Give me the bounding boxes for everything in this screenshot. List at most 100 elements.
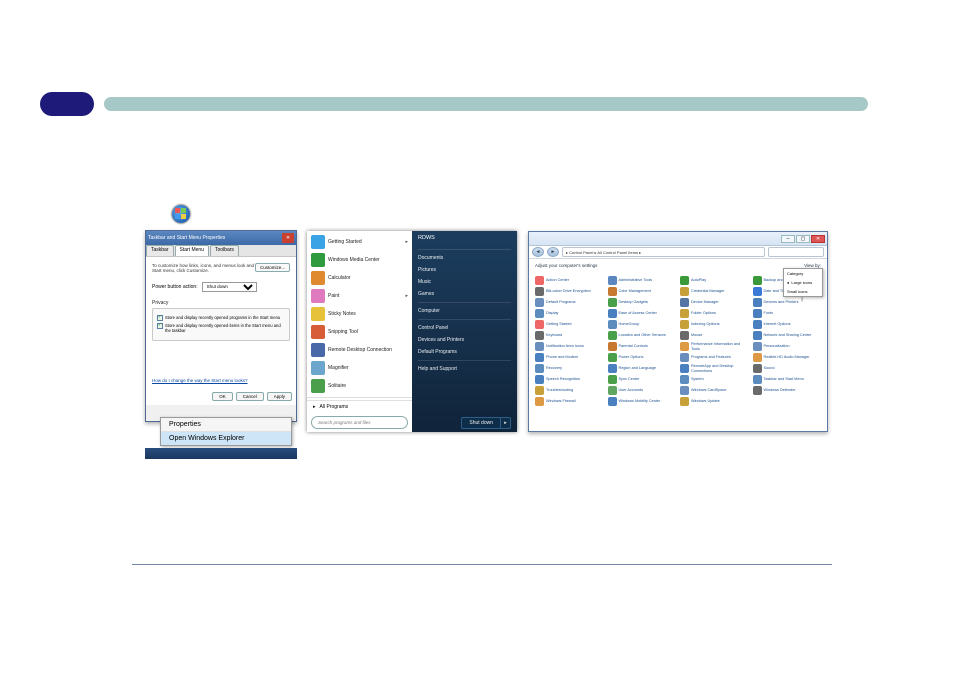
control-panel-item[interactable]: Device Manager [680, 298, 749, 307]
control-panel-item[interactable]: Location and Other Sensors [608, 331, 677, 340]
tab-toolbars[interactable]: Toolbars [210, 245, 239, 256]
start-menu-right-item[interactable]: Documents [412, 252, 517, 264]
close-icon[interactable]: ✕ [811, 235, 825, 243]
shutdown-options-icon[interactable]: ▸ [501, 417, 511, 429]
control-panel-item[interactable]: Indexing Options [680, 320, 749, 329]
control-panel-item[interactable]: HomeGroup [608, 320, 677, 329]
back-icon[interactable]: ◄ [532, 247, 544, 257]
control-panel-item[interactable]: Programs and Features [680, 353, 749, 362]
checkbox-icon[interactable]: ✓ [157, 323, 163, 329]
start-menu-program[interactable]: Getting Started▸ [307, 233, 412, 251]
checkbox-icon[interactable]: ✓ [157, 315, 163, 321]
control-panel-item[interactable]: Internet Options [753, 320, 822, 329]
context-item-properties[interactable]: Properties [161, 418, 291, 432]
control-panel-item[interactable]: Action Center [535, 276, 604, 285]
control-panel-item[interactable]: Administrative Tools [608, 276, 677, 285]
start-menu-program[interactable]: Calculator [307, 269, 412, 287]
control-panel-item[interactable]: Desktop Gadgets [608, 298, 677, 307]
control-panel-item[interactable]: Region and Language [608, 364, 677, 373]
view-large-icons[interactable]: Large icons [784, 278, 822, 287]
control-panel-item[interactable]: Ease of Access Center [608, 309, 677, 318]
start-menu-right-item[interactable]: Control Panel [412, 322, 517, 334]
tab-taskbar[interactable]: Taskbar [146, 245, 174, 256]
all-programs[interactable]: ▸ All Programs [307, 400, 412, 413]
start-menu-program[interactable]: Snipping Tool [307, 323, 412, 341]
apply-button[interactable]: Apply [267, 392, 292, 401]
control-panel-item[interactable]: Sound [753, 364, 822, 373]
start-menu-program[interactable]: Sticky Notes [307, 305, 412, 323]
cp-item-label: Desktop Gadgets [619, 300, 648, 304]
control-panel-item[interactable]: Taskbar and Start Menu [753, 375, 822, 384]
control-panel-item[interactable]: Mouse [680, 331, 749, 340]
cp-item-label: Devices and Printers [764, 300, 799, 304]
control-panel-item[interactable]: Color Management [608, 287, 677, 296]
cp-item-icon [680, 331, 689, 340]
control-panel-item[interactable]: Speech Recognition [535, 375, 604, 384]
start-menu-program[interactable]: Magnifier [307, 359, 412, 377]
search-input[interactable] [768, 247, 824, 257]
cp-item-icon [753, 342, 762, 351]
control-panel-item[interactable]: Folder Options [680, 309, 749, 318]
control-panel-item[interactable]: Sync Center [608, 375, 677, 384]
control-panel-item[interactable]: Personalization [753, 342, 822, 351]
start-menu-right-item[interactable]: Computer [412, 305, 517, 317]
control-panel-item[interactable]: Parental Controls [608, 342, 677, 351]
start-menu-program[interactable]: Windows Media Center [307, 251, 412, 269]
close-icon[interactable]: ✕ [282, 233, 294, 243]
control-panel-item[interactable]: Network and Sharing Center [753, 331, 822, 340]
start-menu-right-item[interactable]: Games [412, 288, 517, 300]
breadcrumb[interactable]: ▸ Control Panel ▸ All Control Panel Item… [562, 247, 765, 257]
control-panel-item[interactable]: Recovery [535, 364, 604, 373]
control-panel-item[interactable]: Windows Defender [753, 386, 822, 395]
minimize-icon[interactable]: – [781, 235, 795, 243]
control-panel-item[interactable]: Windows CardSpace [680, 386, 749, 395]
cp-item-icon [753, 287, 762, 296]
view-category[interactable]: Category [784, 269, 822, 278]
help-link[interactable]: How do I change the way the Start menu l… [152, 378, 248, 383]
view-small-icons[interactable]: Small icons [784, 287, 822, 296]
start-menu-program[interactable]: Paint▸ [307, 287, 412, 305]
customize-button[interactable]: Customize... [255, 263, 290, 272]
control-panel-item[interactable]: Credential Manager [680, 287, 749, 296]
control-panel-item[interactable]: Performance Information and Tools [680, 342, 749, 351]
shutdown-button[interactable]: Shut down [461, 417, 501, 429]
control-panel-item[interactable]: Fonts [753, 309, 822, 318]
control-panel-item[interactable]: Power Options [608, 353, 677, 362]
control-panel-item[interactable]: Realtek HD Audio Manager [753, 353, 822, 362]
start-menu-right-item[interactable]: Pictures [412, 264, 517, 276]
control-panel-item[interactable]: AutoPlay [680, 276, 749, 285]
view-by-menu: Category Large icons Small icons [783, 268, 823, 297]
control-panel-item[interactable]: Devices and Printers [753, 298, 822, 307]
cp-item-icon [608, 331, 617, 340]
cancel-button[interactable]: Cancel [236, 392, 264, 401]
start-menu-program[interactable]: Solitaire [307, 377, 412, 395]
search-input[interactable]: Search programs and files [311, 416, 408, 429]
control-panel-item[interactable]: Default Programs [535, 298, 604, 307]
ok-button[interactable]: OK [212, 392, 233, 401]
control-panel-item[interactable]: BitLocker Drive Encryption [535, 287, 604, 296]
user-name[interactable]: RDWS [412, 231, 517, 247]
maximize-icon[interactable]: ▢ [796, 235, 810, 243]
tab-start-menu[interactable]: Start Menu [175, 245, 209, 256]
start-menu-right-item[interactable]: Devices and Printers [412, 334, 517, 346]
cp-item-label: Windows Firewall [546, 399, 576, 403]
control-panel-item[interactable]: Keyboard [535, 331, 604, 340]
start-menu-right-item[interactable]: Default Programs [412, 346, 517, 358]
control-panel-item[interactable]: System [680, 375, 749, 384]
control-panel-item[interactable]: Getting Started [535, 320, 604, 329]
control-panel-item[interactable]: Troubleshooting [535, 386, 604, 395]
control-panel-item[interactable]: Phone and Modem [535, 353, 604, 362]
power-button-select[interactable]: Shut down [202, 282, 257, 292]
control-panel-item[interactable]: Windows Firewall [535, 397, 604, 406]
context-item-open-explorer[interactable]: Open Windows Explorer [161, 432, 291, 445]
forward-icon[interactable]: ► [547, 247, 559, 257]
control-panel-item[interactable]: Windows Mobility Center [608, 397, 677, 406]
start-menu-right-item[interactable]: Help and Support [412, 363, 517, 375]
control-panel-item[interactable]: Notification Area Icons [535, 342, 604, 351]
start-menu-program[interactable]: Remote Desktop Connection [307, 341, 412, 359]
control-panel-item[interactable]: RemoteApp and Desktop Connections [680, 364, 749, 373]
control-panel-item[interactable]: Display [535, 309, 604, 318]
control-panel-item[interactable]: Windows Update [680, 397, 749, 406]
start-menu-right-item[interactable]: Music [412, 276, 517, 288]
control-panel-item[interactable]: User Accounts [608, 386, 677, 395]
